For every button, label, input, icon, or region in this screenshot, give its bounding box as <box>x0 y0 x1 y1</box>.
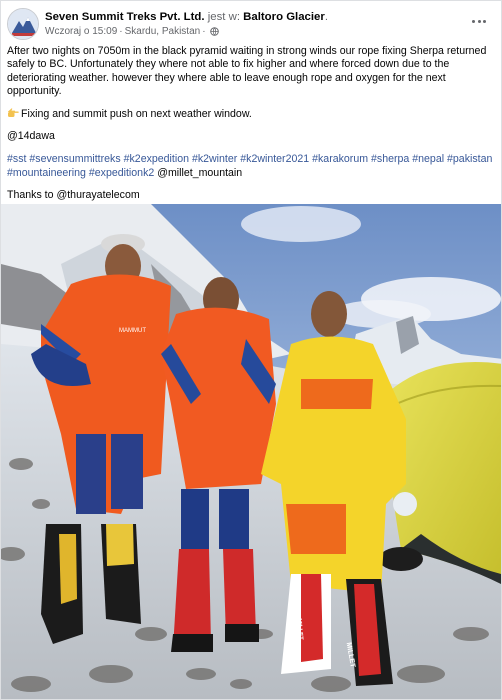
thanks-prefix: Thanks to <box>7 189 54 202</box>
place-name[interactable]: Baltoro Glacier <box>243 11 325 23</box>
mention-line: @14dawa <box>7 130 495 143</box>
more-options-icon[interactable] <box>469 14 489 28</box>
mention-millet-mountain[interactable]: @millet_mountain <box>157 167 242 179</box>
post-paragraph-1: After two nights on 7050m in the black p… <box>7 45 487 98</box>
hashtag[interactable]: #k2winter2021 <box>240 153 309 165</box>
paragraph-2-text: Fixing and summit push on next weather w… <box>21 107 252 120</box>
post-location[interactable]: Skardu, Pakistan <box>125 25 201 38</box>
hashtag[interactable]: #karakorum <box>312 153 368 165</box>
hashtag[interactable]: #expeditionk2 <box>89 167 154 179</box>
facebook-post: Seven Summit Treks Pvt. Ltd. jest w: Bal… <box>0 0 502 700</box>
author-name[interactable]: Seven Summit Treks Pvt. Ltd. <box>45 11 205 23</box>
jacket-logo-1: MAMMUT <box>119 328 146 334</box>
post-meta: Seven Summit Treks Pvt. Ltd. jest w: Bal… <box>45 10 328 38</box>
globe-icon <box>209 27 219 36</box>
hashtag[interactable]: #sherpa <box>371 153 409 165</box>
post-paragraph-2: Fixing and summit push on next weather w… <box>7 108 495 121</box>
post-photo[interactable]: MAMMUT MILLET MILLET <box>1 204 501 699</box>
pointing-hand-icon <box>7 107 19 118</box>
hashtag-block: #sst #sevensummittreks #k2expedition #k2… <box>7 152 495 180</box>
hashtag[interactable]: #k2winter <box>192 153 237 165</box>
mention-14dawa[interactable]: @14dawa <box>7 130 55 142</box>
post-title-line: Seven Summit Treks Pvt. Ltd. jest w: Bal… <box>45 11 328 23</box>
hashtag[interactable]: #nepal <box>412 153 444 165</box>
post-header: Seven Summit Treks Pvt. Ltd. jest w: Bal… <box>7 8 497 44</box>
post-body: After two nights on 7050m in the black p… <box>7 45 495 212</box>
hashtag[interactable]: #k2expedition <box>124 153 189 165</box>
hashtag[interactable]: #pakistan <box>447 153 492 165</box>
relation-text: jest w: <box>207 11 240 23</box>
hashtag[interactable]: #sevensummittreks <box>29 153 120 165</box>
hashtag[interactable]: #sst <box>7 153 26 165</box>
author-avatar[interactable] <box>7 8 39 40</box>
post-time[interactable]: Wczoraj o 15:09 <box>45 25 117 38</box>
post-subline: Wczoraj o 15:09 · Skardu, Pakistan · <box>45 25 328 38</box>
mention-thurayatelecom[interactable]: @thurayatelecom <box>56 189 139 201</box>
hashtag[interactable]: #mountaineering <box>7 167 86 179</box>
thanks-line: Thanks to @thurayatelecom <box>7 189 495 202</box>
